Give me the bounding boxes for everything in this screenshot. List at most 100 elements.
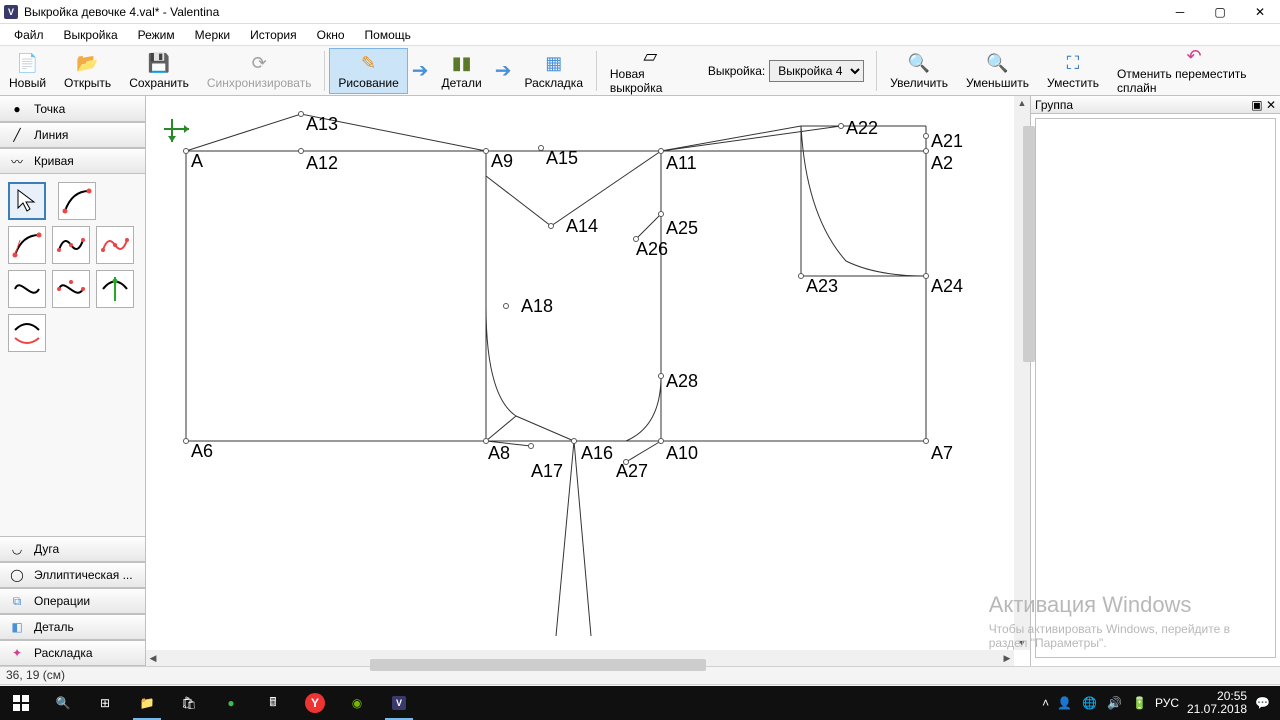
- maximize-button[interactable]: ▢: [1200, 0, 1240, 24]
- chrome-button[interactable]: ●: [210, 686, 252, 720]
- point-A16[interactable]: [571, 438, 577, 444]
- point-A15[interactable]: [538, 145, 544, 151]
- point-A11[interactable]: [658, 148, 664, 154]
- point-A25[interactable]: [658, 211, 664, 217]
- label-A24: A24: [931, 276, 963, 297]
- tool-intersect-2[interactable]: [8, 314, 46, 352]
- tool-spline-1[interactable]: [58, 182, 96, 220]
- layout-cat-icon: ✦: [8, 646, 26, 660]
- notifications-button[interactable]: 💬: [1255, 696, 1270, 710]
- panel-undock-button[interactable]: ▣: [1251, 98, 1262, 112]
- calculator-button[interactable]: 🖩: [252, 686, 294, 720]
- menu-file[interactable]: Файл: [4, 25, 54, 45]
- utorrent-button[interactable]: ◉: [336, 686, 378, 720]
- point-A13[interactable]: [298, 111, 304, 117]
- point-A23[interactable]: [798, 273, 804, 279]
- point-A28[interactable]: [658, 373, 664, 379]
- close-button[interactable]: ✕: [1240, 0, 1280, 24]
- scroll-right-button[interactable]: ▶: [1000, 651, 1014, 665]
- people-icon[interactable]: 👤: [1057, 696, 1072, 710]
- file-explorer-button[interactable]: 📁: [126, 686, 168, 720]
- point-A2[interactable]: [923, 148, 929, 154]
- details-mode-button[interactable]: ▮▮Детали: [433, 48, 491, 94]
- menu-help[interactable]: Помощь: [355, 25, 421, 45]
- tool-spline-path-1[interactable]: [52, 226, 90, 264]
- sync-button[interactable]: ⟳Синхронизировать: [198, 48, 321, 94]
- point-A9[interactable]: [483, 148, 489, 154]
- tool-spline-2[interactable]: [8, 226, 46, 264]
- save-button[interactable]: 💾Сохранить: [120, 48, 198, 94]
- point-A12[interactable]: [298, 148, 304, 154]
- zoom-fit-button[interactable]: ⛶Уместить: [1038, 48, 1108, 94]
- window-title: Выкройка девочке 4.val* - Valentina: [24, 5, 219, 19]
- scroll-up-button[interactable]: ▲: [1015, 96, 1029, 110]
- task-view-button[interactable]: ⊞: [84, 686, 126, 720]
- panel-close-button[interactable]: ✕: [1266, 98, 1276, 112]
- start-button[interactable]: [0, 686, 42, 720]
- scroll-left-button[interactable]: ◀: [146, 651, 160, 665]
- pattern-select[interactable]: Выкройка 4: [769, 60, 864, 82]
- vertical-scrollbar[interactable]: ▲ ▼: [1014, 96, 1030, 650]
- zoom-out-button[interactable]: 🔍Уменьшить: [957, 48, 1038, 94]
- store-button[interactable]: 🛍: [168, 686, 210, 720]
- point-A7[interactable]: [923, 438, 929, 444]
- category-line[interactable]: ╱Линия: [0, 122, 145, 148]
- point-A[interactable]: [183, 148, 189, 154]
- point-A6[interactable]: [183, 438, 189, 444]
- new-pattern-button[interactable]: ▱Новая выкройка: [601, 48, 700, 94]
- point-A24[interactable]: [923, 273, 929, 279]
- menu-measurements[interactable]: Мерки: [185, 25, 240, 45]
- menu-pattern[interactable]: Выкройка: [54, 25, 128, 45]
- language-indicator[interactable]: РУС: [1155, 696, 1179, 710]
- tool-cubic-2[interactable]: [52, 270, 90, 308]
- category-curve[interactable]: 〰Кривая: [0, 148, 145, 174]
- new-button[interactable]: 📄Новый: [0, 48, 55, 94]
- category-arc[interactable]: ◡Дуга: [0, 536, 145, 562]
- horizontal-scrollbar[interactable]: ◀ ▶: [146, 650, 1014, 666]
- yandex-button[interactable]: Y: [294, 686, 336, 720]
- label-A16: A16: [581, 443, 613, 464]
- scroll-thumb-v[interactable]: [1023, 126, 1035, 363]
- group-panel-title: Группа: [1035, 98, 1073, 112]
- network-icon[interactable]: 🌐: [1082, 696, 1097, 710]
- label-A18: A18: [521, 296, 553, 317]
- layout-mode-button[interactable]: ▦Раскладка: [515, 48, 592, 94]
- point-A22[interactable]: [838, 123, 844, 129]
- category-detail[interactable]: ◧Деталь: [0, 614, 145, 640]
- tool-spline-path-2[interactable]: [96, 226, 134, 264]
- label-A23: A23: [806, 276, 838, 297]
- tool-intersect-1[interactable]: [96, 270, 134, 308]
- zoom-in-button[interactable]: 🔍Увеличить: [881, 48, 957, 94]
- battery-icon[interactable]: 🔋: [1132, 696, 1147, 710]
- undo-spline-button[interactable]: ↶Отменить переместить сплайн: [1108, 48, 1280, 94]
- menu-window[interactable]: Окно: [307, 25, 355, 45]
- point-A14[interactable]: [548, 223, 554, 229]
- group-list[interactable]: [1035, 118, 1276, 658]
- label-A7: A7: [931, 443, 953, 464]
- app-icon: V: [4, 5, 18, 19]
- point-A17[interactable]: [528, 443, 534, 449]
- category-ellipse[interactable]: ◯Эллиптическая ...: [0, 562, 145, 588]
- search-button[interactable]: 🔍: [42, 686, 84, 720]
- volume-icon[interactable]: 🔊: [1107, 696, 1122, 710]
- menu-mode[interactable]: Режим: [128, 25, 185, 45]
- tray-expander[interactable]: ˄: [1042, 696, 1049, 710]
- point-A21[interactable]: [923, 133, 929, 139]
- open-button[interactable]: 📂Открыть: [55, 48, 120, 94]
- drawing-mode-button[interactable]: ✎Рисование: [329, 48, 407, 94]
- tool-cubic-1[interactable]: [8, 270, 46, 308]
- point-A18[interactable]: [503, 303, 509, 309]
- category-layout[interactable]: ✦Раскладка: [0, 640, 145, 666]
- layout-icon: ▦: [542, 52, 566, 76]
- menu-history[interactable]: История: [240, 25, 307, 45]
- point-A10[interactable]: [658, 438, 664, 444]
- clock[interactable]: 20:55 21.07.2018: [1187, 690, 1247, 716]
- tool-pointer[interactable]: [8, 182, 46, 220]
- minimize-button[interactable]: ─: [1160, 0, 1200, 24]
- scroll-thumb-h[interactable]: [370, 659, 706, 671]
- canvas-viewport[interactable]: AA13A12A9A15A11A22A21A2A14A25A26A18A23A2…: [146, 96, 1030, 666]
- category-point[interactable]: ●Точка: [0, 96, 145, 122]
- valentina-taskbar-button[interactable]: V: [378, 686, 420, 720]
- category-operations[interactable]: ⧉Операции: [0, 588, 145, 614]
- scroll-down-button[interactable]: ▼: [1015, 636, 1029, 650]
